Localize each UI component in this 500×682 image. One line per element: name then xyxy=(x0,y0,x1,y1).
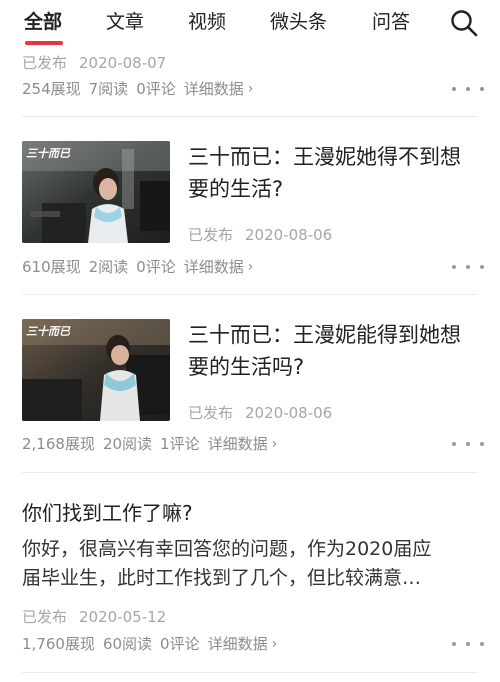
search-button[interactable] xyxy=(449,8,479,38)
more-dot-icon xyxy=(466,87,470,91)
detail-data-label: 详细数据 xyxy=(207,435,268,453)
detail-data-link[interactable]: 详细数据 › xyxy=(184,78,262,99)
comments-count: 0评论 xyxy=(136,80,176,98)
thumbnail-caption: 三十而已 xyxy=(26,147,70,160)
more-dot-icon xyxy=(452,642,456,646)
answer-preview-line: 你好，很高兴有幸回答您的问题，作为2020届应 xyxy=(22,538,432,560)
comments-count: 0评论 xyxy=(136,258,176,276)
impressions-count: 254展现 xyxy=(22,80,81,98)
more-dot-icon xyxy=(452,87,456,91)
detail-data-label: 详细数据 xyxy=(207,635,268,653)
publish-status: 已发布 xyxy=(22,54,68,72)
content-manager-screen: 全部 文章 视频 微头条 问答 已发布 2020-08-07 254展现 7阅读 … xyxy=(0,0,500,682)
tab-micro-posts[interactable]: 微头条 xyxy=(270,8,327,36)
chevron-right-icon: › xyxy=(271,635,278,652)
more-dot-icon xyxy=(452,442,456,446)
reads-count: 60阅读 xyxy=(102,635,153,653)
more-options-button[interactable] xyxy=(452,261,484,273)
chevron-right-icon: › xyxy=(247,80,254,97)
more-dot-icon xyxy=(466,265,470,269)
detail-data-label: 详细数据 xyxy=(183,258,244,276)
publish-date: 2020-08-07 xyxy=(79,54,167,72)
stats-row: 610展现 2阅读 0评论 详细数据 › xyxy=(22,256,261,277)
tab-articles[interactable]: 文章 xyxy=(106,8,144,36)
article-thumbnail[interactable]: 三十而已 xyxy=(22,319,170,421)
tab-qa[interactable]: 问答 xyxy=(372,8,410,36)
publish-info: 已发布 2020-08-06 xyxy=(188,402,344,423)
publish-date: 2020-08-06 xyxy=(245,404,333,422)
more-options-button[interactable] xyxy=(452,638,484,650)
article-thumbnail[interactable]: 三十而已 xyxy=(22,141,170,243)
more-dot-icon xyxy=(480,642,484,646)
tab-videos[interactable]: 视频 xyxy=(188,8,226,36)
more-dot-icon xyxy=(480,442,484,446)
publish-info: 已发布 2020-08-06 xyxy=(188,224,344,245)
divider xyxy=(22,472,478,473)
publish-info: 已发布 2020-08-07 xyxy=(22,52,178,73)
more-dot-icon xyxy=(480,265,484,269)
thumbnail-caption: 三十而已 xyxy=(26,325,70,338)
chevron-right-icon: › xyxy=(247,258,254,275)
publish-info: 已发布 2020-05-12 xyxy=(22,606,178,627)
reads-count: 2阅读 xyxy=(88,258,129,276)
impressions-count: 2,168展现 xyxy=(22,435,95,453)
detail-data-link[interactable]: 详细数据 › xyxy=(184,256,262,277)
impressions-count: 1,760展现 xyxy=(22,635,95,653)
chevron-right-icon: › xyxy=(271,435,278,452)
reads-count: 20阅读 xyxy=(102,435,153,453)
search-icon xyxy=(451,10,478,37)
impressions-count: 610展现 xyxy=(22,258,81,276)
publish-status: 已发布 xyxy=(188,226,234,244)
detail-data-link[interactable]: 详细数据 › xyxy=(208,633,286,654)
stats-row: 1,760展现 60阅读 0评论 详细数据 › xyxy=(22,633,285,654)
more-dot-icon xyxy=(466,442,470,446)
detail-data-link[interactable]: 详细数据 › xyxy=(208,433,286,454)
divider xyxy=(22,672,478,673)
stats-row: 254展现 7阅读 0评论 详细数据 › xyxy=(22,78,261,99)
more-options-button[interactable] xyxy=(452,438,484,450)
more-options-button[interactable] xyxy=(452,83,484,95)
article-title[interactable]: 三十而已：王漫妮能得到她想要的生活吗? xyxy=(188,319,478,383)
publish-date: 2020-08-06 xyxy=(245,226,333,244)
comments-count: 1评论 xyxy=(160,435,200,453)
tab-bar: 全部 文章 视频 微头条 问答 xyxy=(0,0,500,48)
detail-data-label: 详细数据 xyxy=(183,80,244,98)
publish-status: 已发布 xyxy=(22,608,68,626)
stats-row: 2,168展现 20阅读 1评论 详细数据 › xyxy=(22,433,285,454)
more-dot-icon xyxy=(466,642,470,646)
answer-preview-line: 届毕业生，此时工作找到了几个，但比较满意… xyxy=(22,567,422,589)
more-dot-icon xyxy=(452,265,456,269)
answer-preview[interactable]: 你好，很高兴有幸回答您的问题，作为2020届应 届毕业生，此时工作找到了几个，但… xyxy=(22,535,480,593)
question-title[interactable]: 你们找到工作了嘛? xyxy=(22,497,193,526)
active-tab-indicator xyxy=(25,41,63,45)
comments-count: 0评论 xyxy=(160,635,200,653)
article-title[interactable]: 三十而已：王漫妮她得不到想要的生活? xyxy=(188,141,478,205)
divider xyxy=(22,116,478,117)
publish-date: 2020-05-12 xyxy=(79,608,167,626)
more-dot-icon xyxy=(480,87,484,91)
divider xyxy=(22,294,478,295)
tab-all[interactable]: 全部 xyxy=(24,8,62,36)
reads-count: 7阅读 xyxy=(88,80,129,98)
publish-status: 已发布 xyxy=(188,404,234,422)
